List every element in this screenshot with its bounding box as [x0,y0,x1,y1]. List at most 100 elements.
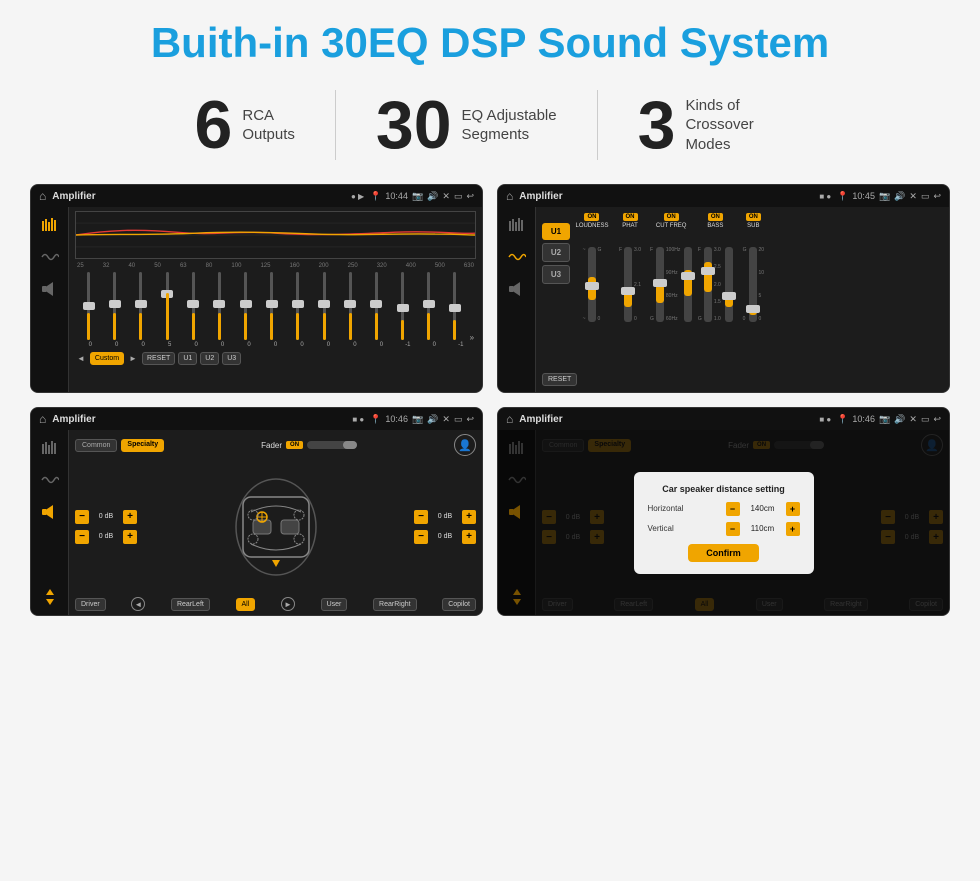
eq-slider-12[interactable] [391,272,414,342]
loudness-slider[interactable] [588,247,596,322]
eq-slider-11[interactable] [365,272,388,342]
fader-on-badge[interactable]: ON [286,441,303,449]
eq-icon-wave[interactable] [37,247,63,267]
eq-icon-equalizer[interactable] [37,215,63,235]
modal-vertical-ctrl: − 110cm + [726,522,800,536]
cutfreq-slider2[interactable] [684,247,692,322]
fl-plus[interactable]: + [123,510,137,524]
eq-u1-btn[interactable]: U1 [178,352,197,365]
rearright-btn[interactable]: RearRight [373,598,417,611]
horizontal-minus[interactable]: − [726,502,740,516]
ch-loudness: ON LOUDNESS ~~ G0 [574,213,610,322]
volume-icon-fader: 🔊 [427,414,438,425]
camera-icon-eq: 📷 [412,191,423,202]
user-btn[interactable]: User [321,598,348,611]
fader-status-icons: 📍 10:46 📷 🔊 ✕ ▭ ↩ [370,414,474,425]
modal-vertical-row: Vertical − 110cm + [648,522,800,536]
eq-slider-8[interactable] [286,272,309,342]
all-btn[interactable]: All [236,598,256,611]
left-arrow-icon[interactable]: ◄ [131,597,145,611]
eq-slider-2[interactable] [129,272,152,342]
camera-icon-crossover: 📷 [879,191,890,202]
eq-slider-5[interactable] [208,272,231,342]
crossover-time: 10:45 [852,191,875,201]
eq-icon-speaker[interactable] [37,279,63,299]
cutfreq-slider1[interactable] [656,247,664,322]
eq-slider-4[interactable] [182,272,205,342]
eq-slider-1[interactable] [103,272,126,342]
eq-reset-btn[interactable]: RESET [142,352,175,365]
battery-icon-eq: ▭ [454,191,463,202]
crossover-icon-speaker[interactable] [504,279,530,299]
preset-u1[interactable]: U1 [542,223,570,240]
preset-u3[interactable]: U3 [542,265,570,284]
horizontal-plus[interactable]: + [786,502,800,516]
tab-specialty[interactable]: Specialty [121,439,164,452]
sub-on-badge[interactable]: ON [746,213,761,221]
bass-slider1[interactable] [704,247,712,322]
eq-u2-btn[interactable]: U2 [200,352,219,365]
rearleft-btn[interactable]: RearLeft [171,598,210,611]
eq-slider-7[interactable] [260,272,283,342]
eq-slider-10[interactable] [339,272,362,342]
phat-slider[interactable] [624,247,632,322]
eq-slider-9[interactable] [313,272,336,342]
rr-plus[interactable]: + [462,530,476,544]
home-icon-fader[interactable]: ⌂ [39,412,46,426]
vertical-plus[interactable]: + [786,522,800,536]
eq-next-btn[interactable]: ► [127,352,139,365]
cutfreq-on-badge[interactable]: ON [664,213,679,221]
back-icon-distance[interactable]: ↩ [933,414,941,425]
ch-cutfreq: ON CUT FREQ FG 100H [650,213,692,322]
fl-value: 0 dB [92,513,120,520]
driver-btn[interactable]: Driver [75,598,106,611]
bass-slider2[interactable] [725,247,733,322]
rr-minus[interactable]: − [414,530,428,544]
fader-profile-icon[interactable]: 👤 [454,434,476,456]
crossover-icon-eq[interactable] [504,215,530,235]
fader-slider[interactable] [307,441,357,449]
fr-minus[interactable]: − [414,510,428,524]
stats-row: 6 RCAOutputs 30 EQ AdjustableSegments 3 … [30,90,950,160]
right-arrow-icon[interactable]: ► [281,597,295,611]
crossover-icon-wave[interactable] [504,247,530,267]
phat-on-badge[interactable]: ON [623,213,638,221]
back-icon-crossover[interactable]: ↩ [933,191,941,202]
home-icon-eq[interactable]: ⌂ [39,189,46,203]
fader-icon-arrows[interactable] [37,587,63,607]
tab-common[interactable]: Common [75,439,117,452]
eq-custom-btn[interactable]: Custom [90,352,124,365]
vertical-minus[interactable]: − [726,522,740,536]
modal-horizontal-ctrl: − 140cm + [726,502,800,516]
eq-prev-btn[interactable]: ◄ [75,352,87,365]
rl-minus[interactable]: − [75,530,89,544]
fader-icon-wave[interactable] [37,470,63,490]
fader-icon-eq[interactable] [37,438,63,458]
left-arrows: ◄ [131,597,145,611]
fl-minus[interactable]: − [75,510,89,524]
location-icon-fader: 📍 [370,414,381,425]
eq-expand-icon[interactable]: » [470,333,474,342]
eq-u3-btn[interactable]: U3 [222,352,241,365]
right-arrows: ► [281,597,295,611]
sub-slider[interactable] [749,247,757,322]
fr-plus[interactable]: + [462,510,476,524]
home-icon-crossover[interactable]: ⌂ [506,189,513,203]
fl-db-control: − 0 dB + [75,510,137,524]
eq-slider-13[interactable] [417,272,440,342]
crossover-reset-btn[interactable]: RESET [542,373,577,386]
eq-slider-0[interactable] [77,272,100,342]
bass-on-badge[interactable]: ON [708,213,723,221]
eq-slider-3[interactable] [156,272,179,342]
loudness-on-badge[interactable]: ON [584,213,599,221]
confirm-button[interactable]: Confirm [688,544,759,562]
eq-slider-14[interactable] [443,272,466,342]
fader-icon-speaker[interactable] [37,502,63,522]
back-icon-eq[interactable]: ↩ [466,191,474,202]
back-icon-fader[interactable]: ↩ [466,414,474,425]
rl-plus[interactable]: + [123,530,137,544]
copilot-btn[interactable]: Copilot [442,598,476,611]
home-icon-distance[interactable]: ⌂ [506,412,513,426]
eq-slider-6[interactable] [234,272,257,342]
preset-u2[interactable]: U2 [542,243,570,262]
